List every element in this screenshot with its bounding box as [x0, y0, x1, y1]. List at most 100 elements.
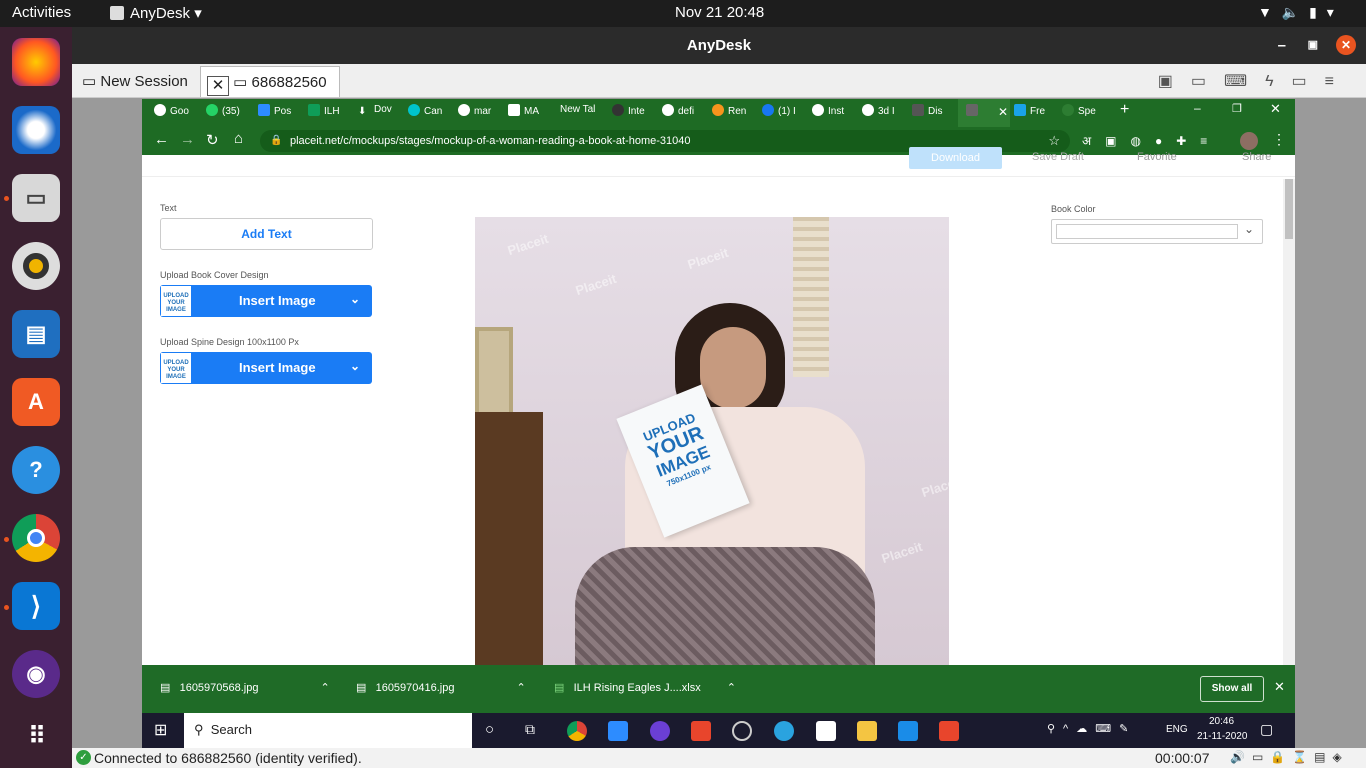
insert-spine-image-button[interactable]: UPLOAD YOUR IMAGE Insert Image ⌄ — [160, 352, 372, 384]
chrome-tab[interactable]: Inst — [812, 104, 854, 122]
rhythmbox-icon[interactable] — [12, 242, 60, 290]
chrome-tab[interactable]: Dis — [912, 104, 952, 122]
chrome-tab[interactable]: Ren — [712, 104, 752, 122]
chrome-tab[interactable]: Spe — [1062, 104, 1102, 122]
scrollbar-thumb[interactable] — [1285, 179, 1293, 239]
share-button[interactable]: Share — [1242, 151, 1271, 163]
chrome-icon[interactable] — [12, 514, 60, 562]
vscode-icon[interactable]: ⟩ — [12, 582, 60, 630]
save-draft-button[interactable]: Save Draft — [1032, 151, 1084, 163]
reload-icon[interactable]: ↻ — [206, 131, 219, 149]
close-tab-icon[interactable]: ✕ — [998, 105, 1008, 119]
maximize-button[interactable]: ▣ — [1308, 27, 1318, 64]
mockup-preview[interactable]: UPLOAD YOUR IMAGE 750x1100 px Placeit Pl… — [475, 217, 949, 665]
back-icon[interactable]: ← — [154, 131, 169, 148]
download-item[interactable]: ▤ 1605970416.jpg ⌃ — [356, 681, 526, 694]
app-taskbar-icon[interactable] — [691, 721, 711, 741]
download-item[interactable]: ▤ 1605970568.jpg ⌃ — [160, 681, 330, 694]
chevron-down-icon: ▾ — [1326, 4, 1334, 20]
chrome-minimize-button[interactable]: – — [1194, 101, 1201, 119]
chrome-tab[interactable]: Inte — [612, 104, 652, 122]
new-tab-button[interactable]: + — [1120, 101, 1129, 119]
chevron-up-icon[interactable]: ⌃ — [517, 682, 526, 694]
tab-label: Inte — [628, 106, 645, 117]
chrome-tab[interactable]: mar — [458, 104, 500, 122]
files-icon[interactable]: ▭ — [12, 174, 60, 222]
notification-icon[interactable]: ▢ — [1260, 721, 1273, 738]
firefox-icon[interactable] — [12, 38, 60, 86]
profile-avatar[interactable] — [1240, 132, 1258, 150]
download-button[interactable]: Download — [909, 147, 1002, 169]
keyboard-icon[interactable]: ⌨ — [1224, 73, 1265, 90]
chrome-close-button[interactable]: ✕ — [1270, 101, 1281, 119]
chrome-tab[interactable]: Pos — [258, 104, 298, 122]
extension-icons[interactable]: अ▣◍●✚≡ — [1082, 132, 1221, 149]
chrome-menu-icon[interactable]: ⋮ — [1272, 131, 1286, 148]
chrome-tab[interactable]: ⬇ Dov — [358, 104, 398, 122]
chevron-up-icon[interactable]: ⌃ — [321, 682, 330, 694]
telegram-taskbar-icon[interactable] — [774, 721, 794, 741]
chrome-tab[interactable]: Fre — [1014, 104, 1054, 122]
system-tray[interactable]: ▼ 🔈 ▮ ▾ — [1258, 4, 1334, 21]
face — [700, 327, 766, 409]
chat-icon[interactable]: ▭ — [1191, 73, 1224, 90]
notion-taskbar-icon[interactable] — [816, 721, 836, 741]
minimize-button[interactable]: – — [1278, 27, 1286, 64]
help-icon[interactable]: ? — [12, 446, 60, 494]
chrome-tab-active[interactable]: ✕ — [958, 99, 1010, 127]
close-button[interactable]: ✕ — [1336, 35, 1356, 55]
session-tab[interactable]: ✕ ▭ 686882560 — [200, 66, 340, 97]
new-session-tab[interactable]: ▭ New Session — [82, 72, 188, 90]
bookmark-star-icon[interactable]: ☆ — [1048, 130, 1060, 152]
close-downloads-icon[interactable]: ✕ — [1274, 679, 1285, 695]
display-icon[interactable]: ▣ — [1158, 73, 1191, 90]
windows-search-box[interactable]: ⚲ Search — [184, 713, 472, 748]
activities-button[interactable]: Activities — [12, 4, 71, 21]
cortana-icon[interactable]: ○ — [485, 721, 494, 738]
add-text-button[interactable]: Add Text — [160, 218, 373, 250]
chrome-tab[interactable]: ILH — [308, 104, 348, 122]
insert-cover-image-button[interactable]: UPLOAD YOUR IMAGE Insert Image ⌄ — [160, 285, 372, 317]
show-all-button[interactable]: Show all — [1200, 676, 1264, 702]
taskbar-date[interactable]: 21-11-2020 — [1197, 731, 1247, 742]
zoom-taskbar-icon[interactable] — [608, 721, 628, 741]
windows-start-icon[interactable]: ⊞ — [154, 720, 167, 740]
app-menu[interactable]: AnyDesk ▾ — [110, 4, 202, 22]
chrome-tab[interactable]: defi — [662, 104, 702, 122]
close-tab-icon[interactable]: ✕ — [207, 76, 229, 96]
chrome-tab[interactable]: Goo — [154, 104, 196, 122]
chrome-taskbar-icon[interactable] — [567, 721, 587, 741]
show-apps-icon[interactable]: ⠿ — [12, 712, 60, 760]
page-scrollbar[interactable] — [1283, 179, 1295, 665]
taskbar-time[interactable]: 20:46 — [1209, 716, 1234, 727]
task-view-icon[interactable]: ⧉ — [525, 721, 535, 738]
chrome-restore-button[interactable]: ❐ — [1232, 102, 1242, 120]
podcast-icon[interactable]: ◉ — [12, 650, 60, 698]
download-item[interactable]: ▤ ILH Rising Eagles J....xlsx ⌃ — [554, 681, 736, 694]
chrome-tab[interactable]: Can — [408, 104, 448, 122]
system-tray-icons[interactable]: ⚲^☁⌨✎ — [1047, 722, 1136, 735]
book-color-select[interactable]: ⌄ — [1051, 219, 1263, 244]
menu-icon[interactable]: ≡ — [1325, 73, 1352, 90]
file-explorer-taskbar-icon[interactable] — [857, 721, 877, 741]
chevron-up-icon[interactable]: ⌃ — [727, 682, 736, 694]
screen-icon[interactable]: ▭ — [1292, 73, 1325, 90]
software-icon[interactable]: A — [12, 378, 60, 426]
favorite-button[interactable]: Favorite — [1137, 151, 1177, 163]
action-icon[interactable]: ϟ — [1265, 73, 1291, 90]
app-taskbar-icon[interactable] — [732, 721, 752, 741]
language-indicator[interactable]: ENG — [1166, 724, 1188, 735]
chrome-tab[interactable]: New Tal — [560, 104, 602, 122]
chrome-tab[interactable]: (1) I — [762, 104, 804, 122]
forward-icon[interactable]: → — [180, 131, 195, 148]
chrome-tab[interactable]: 3d I — [862, 104, 904, 122]
app-taskbar-icon[interactable] — [650, 721, 670, 741]
chrome-tab[interactable]: (35) — [206, 104, 248, 122]
home-icon[interactable]: ⌂ — [234, 130, 243, 147]
thunderbird-icon[interactable] — [12, 106, 60, 154]
writer-icon[interactable]: ▤ — [12, 310, 60, 358]
anydesk-taskbar-icon[interactable] — [939, 721, 959, 741]
chrome-tab[interactable]: MA — [508, 104, 552, 122]
app-taskbar-icon[interactable] — [898, 721, 918, 741]
clock[interactable]: Nov 21 20:48 — [675, 4, 764, 21]
